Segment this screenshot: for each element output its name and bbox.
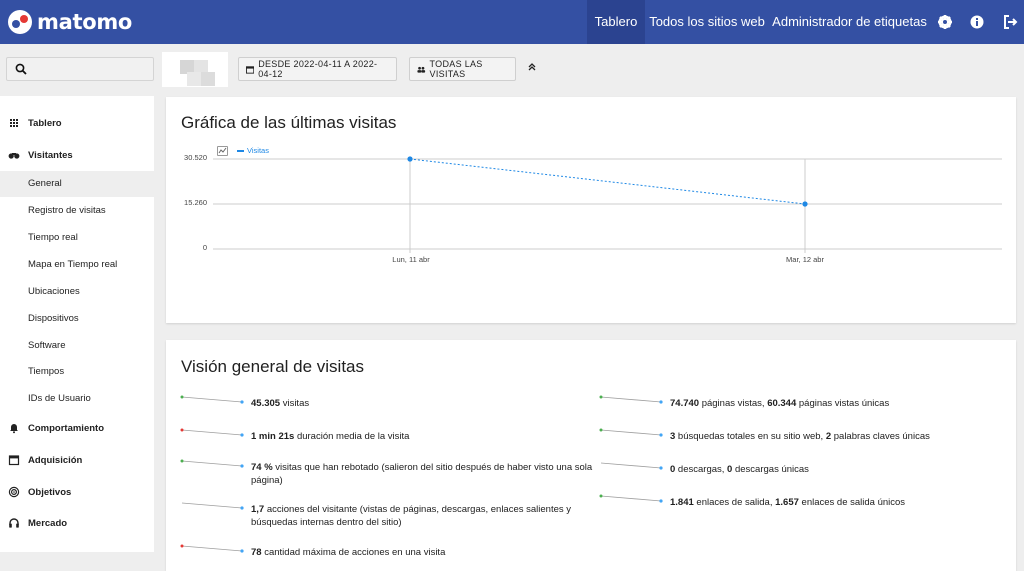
metric-value: 74 % [251, 462, 273, 473]
date-range-button[interactable]: DESDE 2022-04-11 A 2022-04-12 [238, 57, 397, 81]
sidebar-category-label: Mercado [28, 517, 68, 529]
series-line [409, 158, 806, 205]
logo-text: matomo [37, 10, 133, 34]
metric-label: búsquedas totales en su sitio web, [675, 431, 826, 442]
matomo-logo-icon [8, 10, 32, 34]
sidebar-item-registro-de-visitas[interactable]: Registro de visitas [0, 198, 154, 224]
overview-metric: 78 cantidad máxima de acciones en una vi… [251, 546, 596, 559]
sparkline[interactable] [180, 459, 246, 471]
gear-icon[interactable] [936, 13, 954, 31]
metric-value: 60.344 [767, 398, 797, 409]
logout-icon[interactable] [1001, 13, 1019, 31]
metric-label: duración media de la visita [294, 431, 410, 442]
sidebar-item-ids-de-usuario[interactable]: IDs de Usuario [0, 386, 154, 412]
nav-tablero[interactable]: Tablero [587, 0, 645, 44]
site-selector[interactable] [162, 52, 228, 87]
overview-metric: 1 min 21s duración media de la visita [251, 430, 596, 443]
data-point [407, 156, 413, 162]
bell-icon [10, 424, 18, 434]
nav-todos-los-sitios[interactable]: Todos los sitios web [648, 0, 766, 44]
users-icon [417, 66, 426, 73]
metric-label: descargas únicas [732, 464, 809, 475]
metric-value: 45.305 [251, 398, 281, 409]
info-icon[interactable] [968, 13, 986, 31]
sidebar-category-label: Visitantes [28, 149, 73, 161]
metric-label: visitas que han rebotado (salieron del s… [251, 462, 593, 486]
overview-metric: 1.841 enlaces de salida, 1.657 enlaces d… [670, 496, 1010, 509]
overview-metric: 1,7 acciones del visitante (vistas de pá… [251, 503, 596, 529]
metric-label: palabras claves únicas [831, 431, 930, 442]
metric-value: 1 min 21s [251, 431, 295, 442]
metric-value: 1,7 [251, 504, 265, 515]
sparkline[interactable] [599, 461, 665, 473]
sidebar-category-label: Comportamiento [28, 422, 104, 434]
metric-label: enlaces de salida únicos [798, 497, 906, 508]
target-icon [8, 486, 20, 498]
sidebar-item-software[interactable]: Software [0, 333, 154, 359]
binoculars-icon [8, 153, 20, 159]
metric-value: 1.657 [775, 497, 799, 508]
metric-value: 78 [251, 547, 262, 558]
metric-label: páginas vistas, [699, 398, 768, 409]
calendar-icon [246, 65, 255, 74]
sidebar-category-label: Adquisición [28, 454, 83, 466]
sidebar-item-ubicaciones[interactable]: Ubicaciones [0, 279, 154, 305]
overview-card-title: Visión general de visitas [181, 357, 365, 376]
calendar-icon [8, 455, 20, 466]
sidebar-category-visitantes[interactable]: Visitantes [0, 142, 154, 168]
sparkline[interactable] [599, 494, 665, 506]
sidebar-category-label: Tablero [28, 117, 62, 129]
graph-card: Gráfica de las últimas visitas Visitas 3… [166, 97, 1016, 323]
sparkline[interactable] [599, 428, 665, 440]
metric-label: descargas, [675, 464, 728, 475]
chevrons-up-icon[interactable] [527, 62, 537, 72]
metric-label: enlaces de salida, [693, 497, 776, 508]
nav-administrador-etiquetas[interactable]: Administrador de etiquetas [772, 0, 927, 44]
search-input[interactable] [6, 57, 154, 81]
data-point [802, 201, 808, 207]
sidebar-category-objetivos[interactable]: Objetivos [0, 479, 154, 505]
date-range-label: DESDE 2022-04-11 A 2022-04-12 [258, 59, 378, 79]
sidebar-category-label: Objetivos [28, 486, 72, 498]
sparkline[interactable] [180, 428, 246, 440]
metric-label: visitas [280, 398, 310, 409]
segment-label: TODAS LAS VISITAS [429, 59, 483, 79]
overview-metric: 74.740 páginas vistas, 60.344 páginas vi… [670, 397, 1010, 410]
sidebar-item-tiempos[interactable]: Tiempos [0, 359, 154, 385]
visits-line-chart [213, 156, 1002, 253]
sparkline[interactable] [180, 395, 246, 407]
sparkline[interactable] [180, 544, 246, 556]
sidebar-item-mapa-tiempo-real[interactable]: Mapa en Tiempo real [0, 252, 154, 278]
matomo-logo[interactable]: matomo [8, 9, 132, 35]
overview-metric: 3 búsquedas totales en su sitio web, 2 p… [670, 430, 1010, 443]
metric-label: páginas vistas únicas [796, 398, 890, 409]
sidebar-item-dispositivos[interactable]: Dispositivos [0, 306, 154, 332]
sparkline[interactable] [180, 501, 246, 513]
sidebar: Tablero Visitantes General Registro de v… [0, 96, 154, 552]
sidebar-category-comportamiento[interactable]: Comportamiento [0, 415, 154, 441]
sidebar-category-tablero[interactable]: Tablero [0, 110, 154, 136]
sparkline[interactable] [599, 395, 665, 407]
headphones-icon [9, 518, 19, 528]
top-navigation-bar: matomo Tablero Todos los sitios web Admi… [0, 0, 1024, 44]
overview-metric: 0 descargas, 0 descargas únicas [670, 463, 1010, 476]
overview-card: Visión general de visitas 45.305 visitas… [166, 340, 1016, 571]
overview-metric: 45.305 visitas [251, 397, 596, 410]
sidebar-item-tiempo-real[interactable]: Tiempo real [0, 225, 154, 251]
metric-label: cantidad máxima de acciones en una visit… [261, 547, 446, 558]
sidebar-item-general[interactable]: General [0, 171, 154, 197]
metric-value: 1.841 [670, 497, 694, 508]
sidebar-category-adquisicion[interactable]: Adquisición [0, 447, 154, 473]
search-icon [15, 63, 27, 75]
metric-label: acciones del visitante (vistas de página… [251, 504, 572, 528]
grid-icon [10, 119, 18, 127]
segment-button[interactable]: TODAS LAS VISITAS [409, 57, 516, 81]
overview-metric: 74 % visitas que han rebotado (salieron … [251, 461, 596, 487]
metric-value: 74.740 [670, 398, 700, 409]
sidebar-category-mercado[interactable]: Mercado [0, 510, 154, 536]
